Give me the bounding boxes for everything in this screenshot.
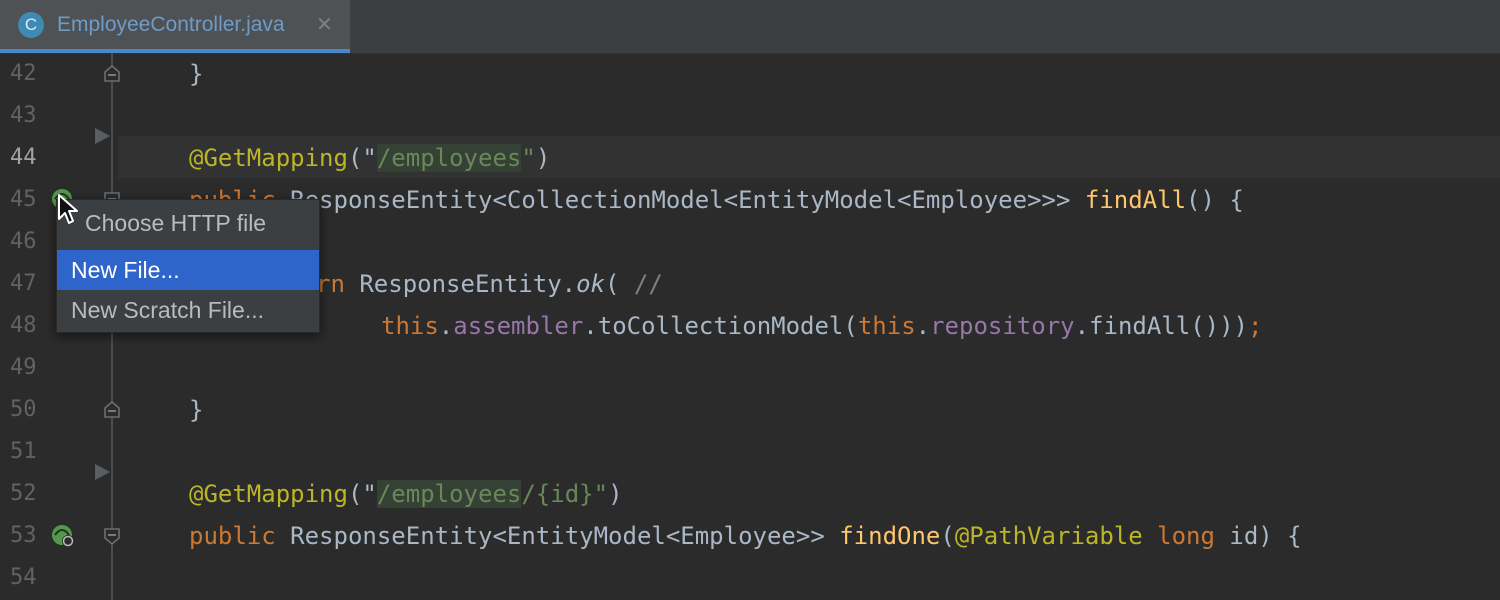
- code-text[interactable]: }: [189, 59, 203, 89]
- code-text[interactable]: public ResponseEntity<EntityModel<Employ…: [189, 521, 1302, 551]
- web-endpoint-icon[interactable]: [50, 523, 76, 549]
- code-text[interactable]: @GetMapping("/employees"): [189, 143, 550, 173]
- code-line-42: 42 }: [0, 53, 1500, 95]
- fold-marker-icon[interactable]: [103, 401, 121, 419]
- line-number: 47: [10, 271, 37, 296]
- code-text[interactable]: }: [189, 395, 203, 425]
- menu-item-new-file[interactable]: New File...: [57, 250, 319, 290]
- line-number: 43: [10, 103, 37, 128]
- java-class-icon: C: [18, 12, 44, 38]
- tab-label: EmployeeController.java: [57, 13, 285, 36]
- code-text[interactable]: @GetMapping("/employees/{id}"): [189, 479, 623, 509]
- line-number: 53: [10, 523, 37, 548]
- close-icon[interactable]: ✕: [316, 12, 333, 36]
- code-text[interactable]: rn ResponseEntity.ok( //: [316, 269, 663, 299]
- editor-tab-bar: C EmployeeController.java ✕: [0, 0, 1500, 54]
- code-text[interactable]: this.assembler.toCollectionModel(this.re…: [381, 311, 1262, 341]
- fold-marker-icon[interactable]: [103, 65, 121, 83]
- line-number: 44: [10, 145, 37, 170]
- line-number: 54: [10, 565, 37, 590]
- line-number: 42: [10, 61, 37, 86]
- code-text[interactable]: public ResponseEntity<CollectionModel<En…: [189, 185, 1244, 215]
- menu-item-label: New File...: [71, 257, 180, 283]
- choose-http-file-popup: Choose HTTP file New File... New Scratch…: [56, 199, 320, 333]
- code-line-50: 50 }: [0, 389, 1500, 431]
- code-line-51: 51: [0, 431, 1500, 480]
- fold-marker-icon[interactable]: [103, 527, 121, 545]
- code-line-52: 52 @GetMapping("/employees/{id}"): [0, 473, 1500, 515]
- code-line-44: 44 @GetMapping("/employees"): [0, 137, 1500, 179]
- line-number: 49: [10, 355, 37, 380]
- line-number: 45: [10, 187, 37, 212]
- code-line-43: 43: [0, 95, 1500, 144]
- tab-employee-controller[interactable]: C EmployeeController.java ✕: [0, 0, 350, 53]
- menu-item-new-scratch-file[interactable]: New Scratch File...: [57, 290, 319, 330]
- code-line-54: 54: [0, 557, 1500, 599]
- menu-item-label: New Scratch File...: [71, 297, 264, 323]
- line-number: 52: [10, 481, 37, 506]
- line-number: 51: [10, 439, 37, 464]
- line-number: 50: [10, 397, 37, 422]
- code-line-49: 49: [0, 347, 1500, 389]
- code-line-53: 53 public ResponseEntity<EntityModel<Emp…: [0, 515, 1500, 557]
- popup-title: Choose HTTP file: [85, 210, 267, 236]
- line-number: 46: [10, 229, 37, 254]
- mouse-pointer-icon: [58, 194, 78, 224]
- line-number: 48: [10, 313, 37, 338]
